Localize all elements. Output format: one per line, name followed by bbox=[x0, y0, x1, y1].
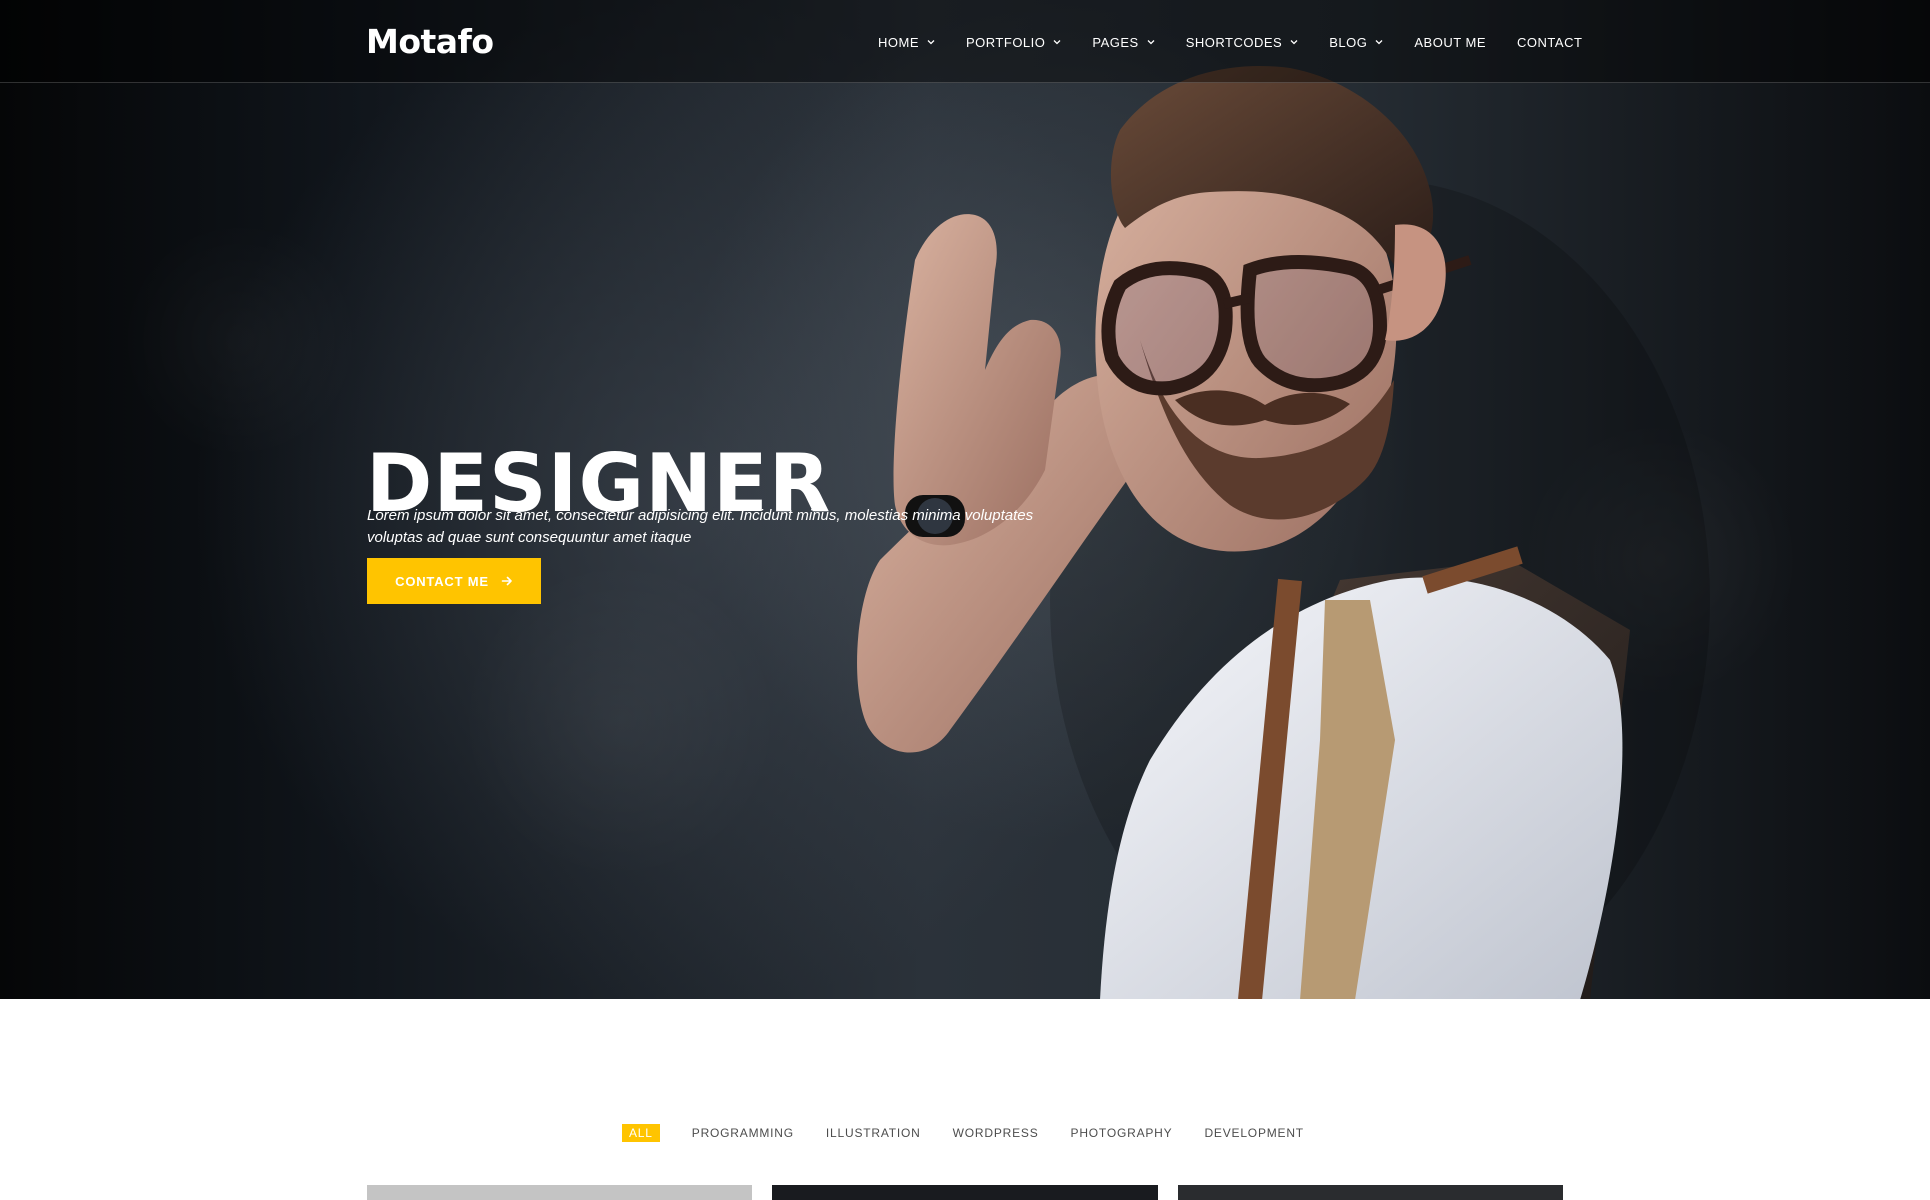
glasses-bridge bbox=[1222, 293, 1252, 309]
hero-section: Motafo HOME PORTFOLIO PAGES SHORTCODES B… bbox=[0, 0, 1930, 999]
portfolio-filter-bar: ALL PROGRAMMING ILLUSTRATION WORDPRESS P… bbox=[622, 1124, 1304, 1142]
nav-portfolio-label: PORTFOLIO bbox=[966, 34, 1046, 50]
filter-illustration[interactable]: ILLUSTRATION bbox=[826, 1126, 921, 1140]
nav-shortcodes[interactable]: SHORTCODES bbox=[1186, 35, 1299, 50]
filter-all[interactable]: ALL bbox=[622, 1124, 660, 1142]
chevron-down-icon bbox=[927, 38, 935, 46]
nav-pages[interactable]: PAGES bbox=[1092, 34, 1155, 50]
nav-home[interactable]: HOME bbox=[878, 35, 935, 50]
glasses-frame-right bbox=[1240, 254, 1388, 393]
nav-contact-label: CONTACT bbox=[1517, 34, 1583, 50]
glasses-frame-left bbox=[1101, 261, 1233, 396]
chevron-down-icon bbox=[1290, 38, 1298, 46]
chevron-down-icon bbox=[1053, 38, 1061, 46]
filter-photography[interactable]: PHOTOGRAPHY bbox=[1071, 1126, 1173, 1140]
filter-wordpress[interactable]: WORDPRESS bbox=[953, 1126, 1039, 1140]
nav-about-me-label: ABOUT ME bbox=[1414, 34, 1487, 50]
contact-me-label: CONTACT ME bbox=[395, 573, 489, 589]
nav-blog-label: BLOG bbox=[1329, 34, 1368, 50]
portfolio-grid bbox=[367, 1185, 1563, 1200]
portfolio-thumb[interactable] bbox=[1178, 1185, 1563, 1200]
nav-shortcodes-label: SHORTCODES bbox=[1185, 34, 1283, 50]
site-logo[interactable]: Motafo bbox=[366, 22, 494, 61]
portfolio-thumb[interactable] bbox=[772, 1185, 1158, 1200]
site-header: Motafo HOME PORTFOLIO PAGES SHORTCODES B… bbox=[0, 0, 1930, 83]
chevron-down-icon bbox=[1375, 38, 1383, 46]
nav-pages-label: PAGES bbox=[1092, 34, 1139, 50]
filter-development[interactable]: DEVELOPMENT bbox=[1204, 1126, 1304, 1140]
nav-blog[interactable]: BLOG bbox=[1329, 35, 1383, 50]
contact-me-button[interactable]: CONTACT ME bbox=[367, 558, 541, 604]
nav-contact[interactable]: CONTACT bbox=[1517, 35, 1582, 50]
nav-home-label: HOME bbox=[878, 34, 919, 50]
filter-programming[interactable]: PROGRAMMING bbox=[692, 1126, 794, 1140]
arrow-right-icon bbox=[501, 575, 513, 587]
nav-portfolio[interactable]: PORTFOLIO bbox=[966, 35, 1061, 50]
main-navigation: HOME PORTFOLIO PAGES SHORTCODES BLOG ABO… bbox=[878, 33, 1582, 51]
nav-about-me[interactable]: ABOUT ME bbox=[1414, 35, 1486, 50]
chevron-down-icon bbox=[1147, 38, 1155, 46]
hero-description: Lorem ipsum dolor sit amet, consectetur … bbox=[367, 507, 1034, 546]
portfolio-thumb[interactable] bbox=[367, 1185, 752, 1200]
